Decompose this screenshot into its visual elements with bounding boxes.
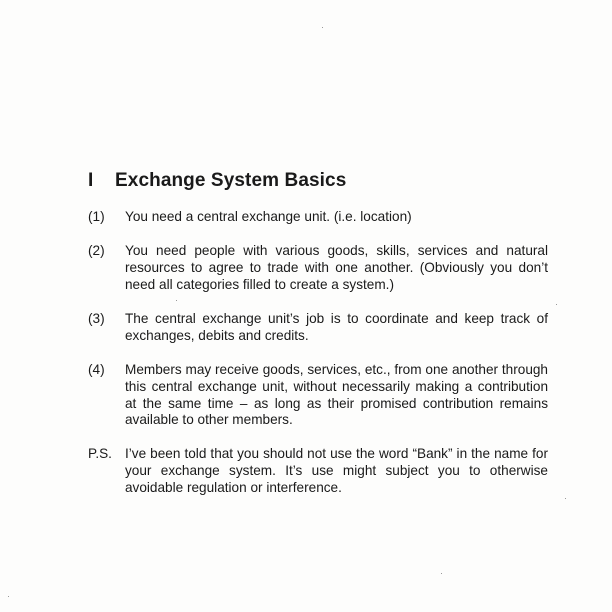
section-number: I xyxy=(88,170,94,191)
list-item-4: (4) Members may receive goods, services,… xyxy=(88,362,548,429)
section-title: Exchange System Basics xyxy=(115,170,347,191)
list-item-1: (1) You need a central exchange unit. (i… xyxy=(88,209,548,226)
list-item-text: The central exchange unit’s job is to co… xyxy=(125,311,548,343)
scan-speck xyxy=(322,27,323,28)
list-item-2: (2) You need people with various goods, … xyxy=(88,243,548,293)
list-marker: (4) xyxy=(88,362,105,377)
scan-speck xyxy=(556,304,557,305)
list-item-text: You need people with various goods, skil… xyxy=(125,243,548,292)
document-page: I Exchange System Basics (1) You need a … xyxy=(0,0,612,612)
list-marker: (3) xyxy=(88,311,105,326)
list-item-text: You need a central exchange unit. (i.e. … xyxy=(125,209,412,224)
postscript-text: I’ve been told that you should not use t… xyxy=(125,446,548,495)
list-marker: (1) xyxy=(88,209,105,224)
list-item-text: Members may receive goods, services, etc… xyxy=(125,362,548,428)
scan-speck xyxy=(8,596,9,597)
postscript: P.S. I’ve been told that you should not … xyxy=(88,446,548,496)
postscript-marker: P.S. xyxy=(88,446,112,461)
scan-speck xyxy=(176,300,177,301)
list-item-3: (3) The central exchange unit’s job is t… xyxy=(88,311,548,345)
list-marker: (2) xyxy=(88,243,105,258)
scan-speck xyxy=(441,573,442,574)
scan-speck xyxy=(565,498,566,499)
section-heading: I Exchange System Basics xyxy=(88,170,346,192)
